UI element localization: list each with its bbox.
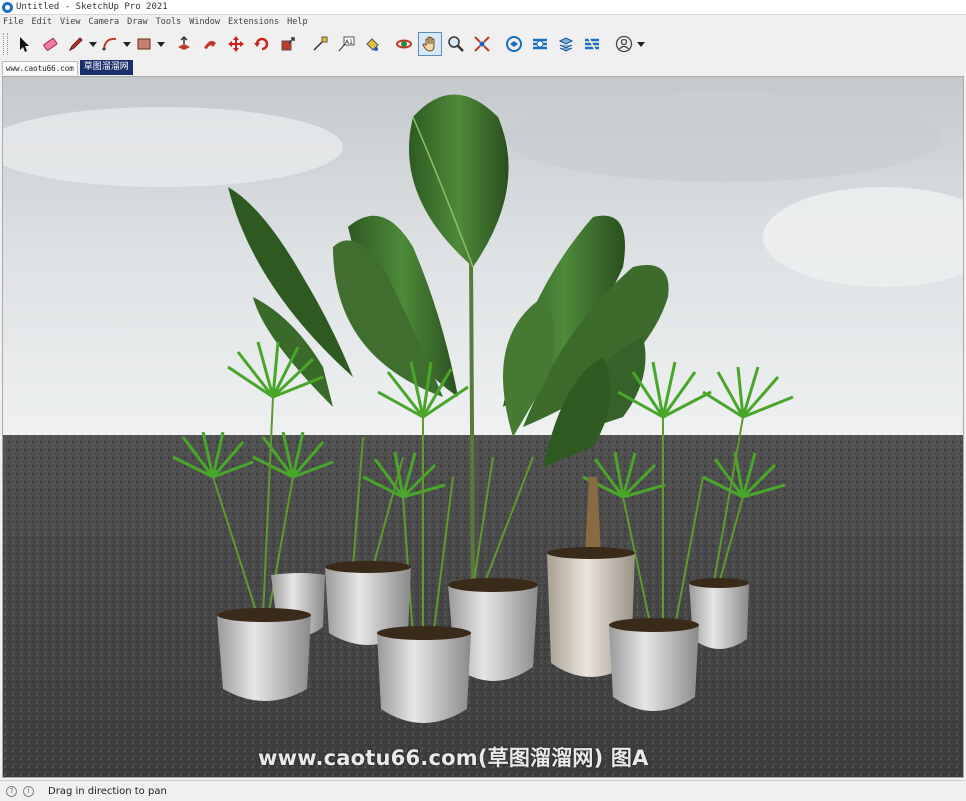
scale-tool-button[interactable] [276,32,300,56]
follow-me-icon [204,40,216,49]
menu-extensions[interactable]: Extensions [224,17,283,27]
eraser-tool-button[interactable] [38,32,62,56]
follow-me-tool-button[interactable] [198,32,222,56]
scale-icon [281,37,295,51]
menu-file[interactable]: File [0,17,27,27]
account-tool-button[interactable] [612,32,636,56]
zoom-tool-button[interactable] [444,32,468,56]
line-tool-dropdown[interactable] [89,32,97,56]
tape-measure-tool-button[interactable] [308,32,332,56]
text-tool-button[interactable]: A1 [334,32,358,56]
arc-tool-button[interactable] [98,32,122,56]
toolbar-grip[interactable] [3,33,8,55]
menu-window[interactable]: Window [185,17,224,27]
select-arrow-icon [20,37,29,52]
warehouse-tool-button[interactable] [502,32,526,56]
push-pull-tool-button[interactable] [172,32,196,56]
model-viewport[interactable] [2,76,964,778]
watermark-text: www.caotu66.com(草图溜溜网) 图A [258,746,649,770]
pencil-icon [68,37,83,52]
tab-caotu-cn[interactable]: 草图溜溜网 [79,60,133,75]
geo-location-icon[interactable]: ? [6,785,17,797]
3d-warehouse-icon [506,36,522,52]
menu-help[interactable]: Help [283,17,311,27]
status-bar: ? i Drag in direction to pan [0,780,966,801]
line-tool-button[interactable] [64,32,88,56]
zoom-magnifier-icon [448,36,464,52]
status-message: Drag in direction to pan [48,785,167,797]
menu-bar: File Edit View Camera Draw Tools Window … [0,15,966,28]
main-toolbar: A1 [0,29,966,59]
eraser-icon [43,37,58,51]
rectangle-tool-button[interactable] [132,32,156,56]
extension-warehouse-icon [533,38,547,50]
extension-manager-tool-button[interactable] [580,32,604,56]
move-tool-button[interactable] [224,32,248,56]
scene-render [3,77,963,777]
select-tool-button[interactable] [12,32,36,56]
rectangle-icon [137,38,151,50]
menu-camera[interactable]: Camera [84,17,123,27]
paint-bucket-icon [366,38,379,51]
zoom-extents-icon [474,36,490,52]
menu-draw[interactable]: Draw [123,17,151,27]
window-title: Untitled - SketchUp Pro 2021 [16,2,168,12]
rotate-tool-button[interactable] [250,32,274,56]
push-pull-icon [178,35,190,50]
extension-warehouse-tool-button[interactable] [528,32,552,56]
layout-tool-button[interactable] [554,32,578,56]
tape-measure-icon [313,36,328,51]
orbit-tool-button[interactable] [392,32,416,56]
arc-icon [102,37,117,51]
rotate-icon [254,37,269,51]
arc-tool-dropdown[interactable] [123,32,131,56]
svg-text:A1: A1 [345,39,353,46]
user-account-icon [615,35,633,53]
sketchup-logo-icon [2,1,13,13]
extension-manager-icon [585,37,599,51]
text-label-icon: A1 [338,36,355,52]
account-dropdown[interactable] [637,32,645,56]
title-bar: Untitled - SketchUp Pro 2021 [0,0,966,15]
zoom-extents-tool-button[interactable] [470,32,494,56]
rectangle-tool-dropdown[interactable] [157,32,165,56]
pan-hand-icon [422,36,435,52]
menu-view[interactable]: View [56,17,84,27]
info-icon[interactable]: i [23,785,34,797]
move-icon [228,36,244,52]
pan-tool-button[interactable] [418,32,442,56]
layout-send-icon [558,37,574,52]
scene-tabs: www.caotu66.com 草图溜溜网 [0,60,966,75]
paint-bucket-tool-button[interactable] [360,32,384,56]
orbit-icon [396,39,412,49]
menu-tools[interactable]: Tools [152,17,186,27]
menu-edit[interactable]: Edit [27,17,55,27]
tab-caotu66[interactable]: www.caotu66.com [2,61,78,75]
